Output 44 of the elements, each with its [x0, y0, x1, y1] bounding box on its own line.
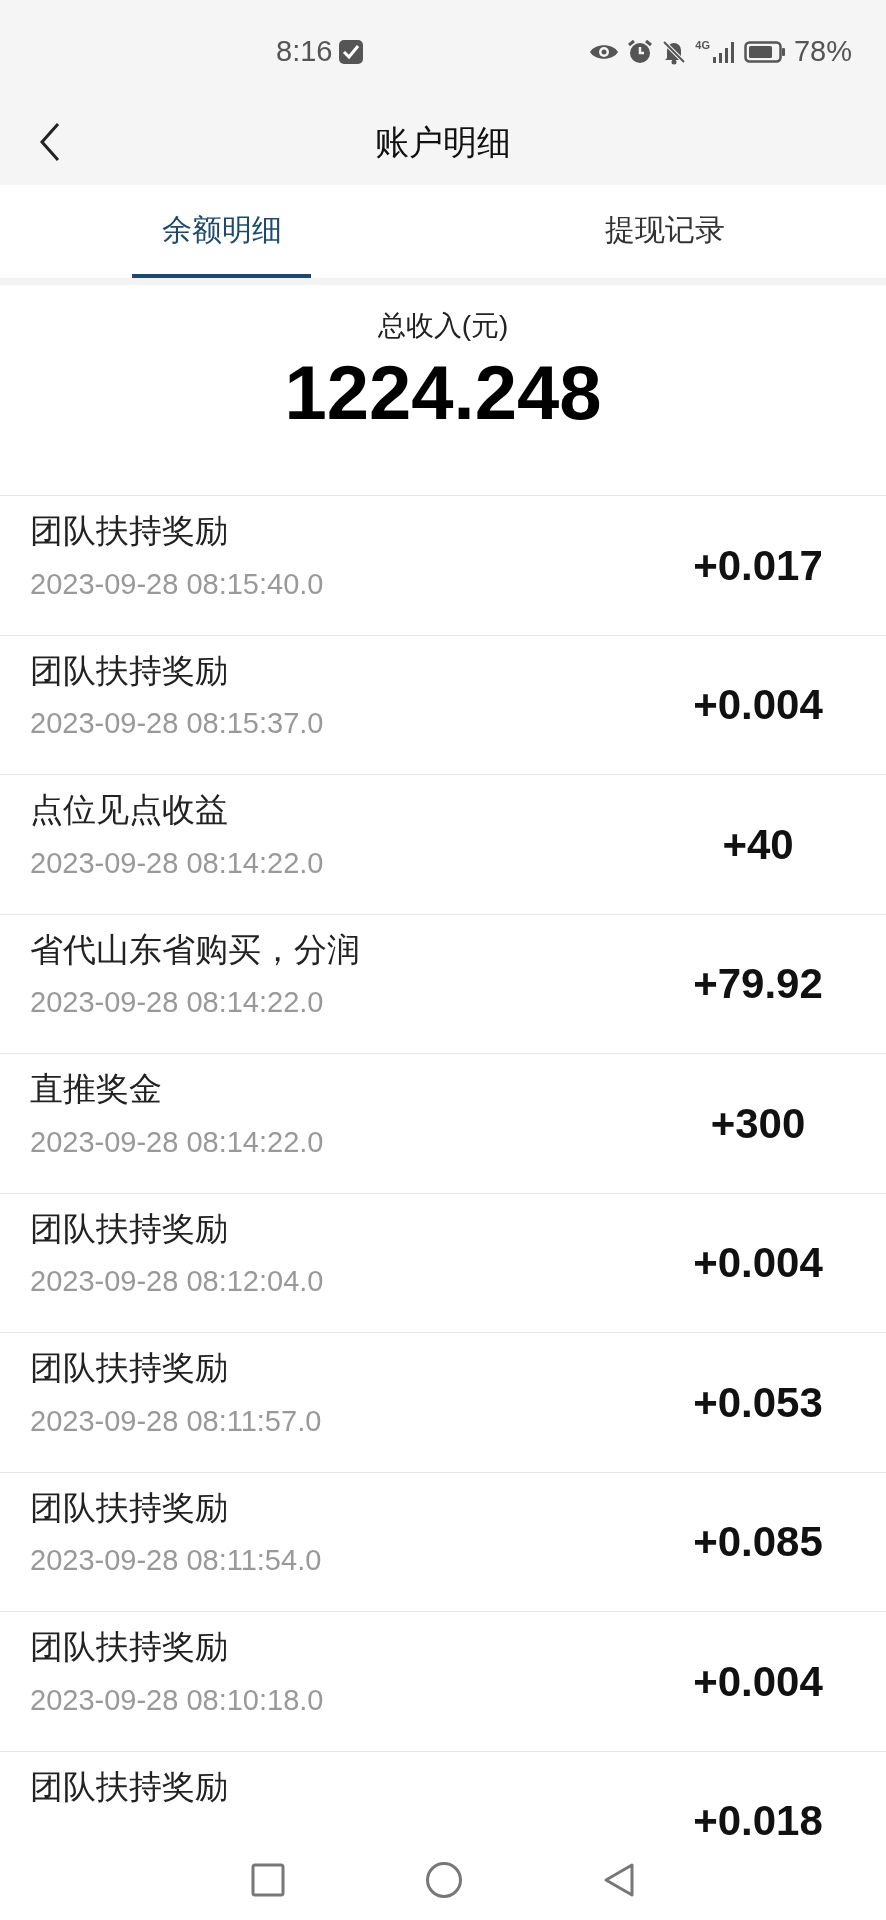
- record-amount: +0.085: [693, 1517, 823, 1568]
- record-title: 省代山东省购买，分润: [30, 929, 361, 970]
- record-time: 2023-09-28 08:14:22.0: [30, 985, 325, 1021]
- record-title: 团队扶持奖励: [30, 511, 229, 551]
- signal-icon: [711, 39, 736, 64]
- record-amount: +0.004: [693, 1656, 823, 1707]
- record-title: 团队扶持奖励: [30, 1487, 229, 1528]
- battery-icon: [743, 39, 786, 64]
- record-amount: +300: [710, 1098, 806, 1149]
- record-time: 2023-09-28 08:11:54.0: [30, 1543, 323, 1579]
- home-nav-icon[interactable]: [425, 1861, 463, 1899]
- back-nav-icon[interactable]: [603, 1862, 635, 1898]
- record-amount: +0.004: [693, 680, 823, 731]
- record-amount: +0.017: [693, 540, 823, 591]
- record-title: 团队扶持奖励: [30, 1208, 229, 1249]
- record-amount: +79.92: [693, 959, 823, 1010]
- record-title: 团队扶持奖励: [30, 1348, 229, 1388]
- record-time: 2023-09-28 08:14:22.0: [30, 1124, 325, 1160]
- record-title: 直推奖金: [30, 1069, 163, 1109]
- alarm-clock-icon: [627, 38, 654, 65]
- record-time: 2023-09-28 08:11:57.0: [30, 1403, 323, 1439]
- page-title: 账户明细: [375, 122, 511, 163]
- record-amount: +0.004: [693, 1238, 823, 1289]
- tab[interactable]: 提现记录: [443, 185, 886, 278]
- record-amount: +0.018: [693, 1796, 823, 1847]
- record-amount: +0.053: [693, 1377, 823, 1428]
- record-time: 2023-09-28 08:15:37.0: [30, 706, 325, 742]
- record-amount: +40: [722, 819, 794, 870]
- record-title: 团队扶持奖励: [30, 650, 229, 691]
- record-title: 团队扶持奖励: [30, 1766, 229, 1807]
- square-nav-icon[interactable]: [251, 1863, 285, 1897]
- record-title: 点位见点收益: [30, 790, 229, 830]
- record-time: 2023-09-28 08:15:40.0: [30, 566, 325, 602]
- muted-bell-icon: [661, 38, 688, 65]
- record-time: 2023-09-28 08:10:18.0: [30, 1682, 325, 1718]
- record-time: 2023-09-28 08:12:04.0: [30, 1264, 325, 1300]
- total-income-amount: 1224.248: [284, 349, 602, 437]
- record-time: 2023-09-28 08:14:22.0: [30, 845, 325, 881]
- network-type: 4G: [695, 39, 710, 51]
- total-income-label: 总收入(元): [377, 309, 509, 343]
- battery-percent: 78%: [793, 34, 852, 69]
- check-icon: [338, 38, 365, 65]
- record-title: 团队扶持奖励: [30, 1627, 229, 1667]
- status-time: 8:16: [276, 34, 333, 69]
